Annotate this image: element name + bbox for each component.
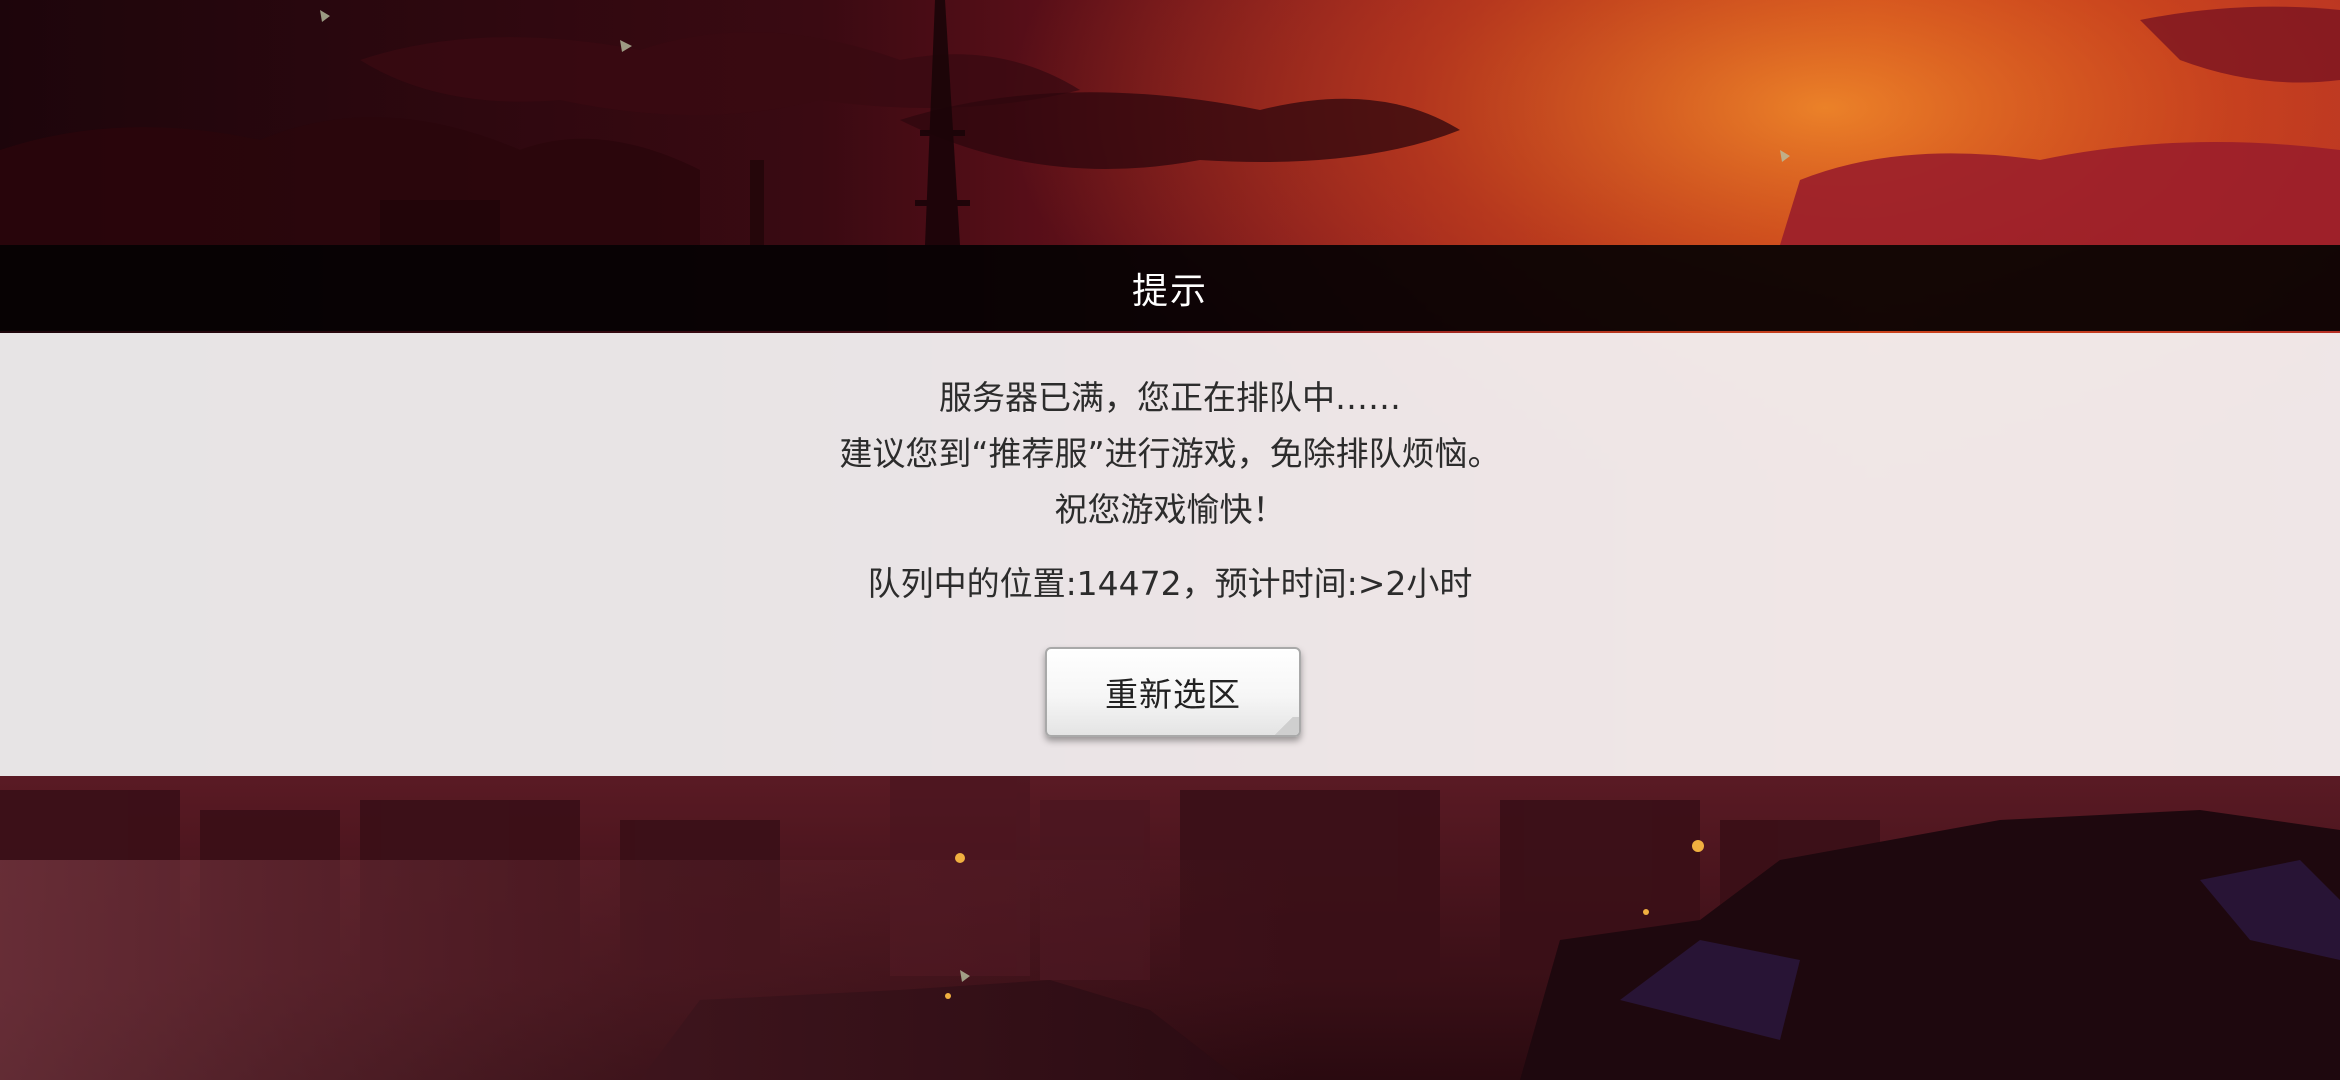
dialog-header: 提示: [0, 245, 2340, 331]
reselect-server-button-label: 重新选区: [1105, 675, 1241, 714]
reselect-server-button[interactable]: 重新选区: [1045, 647, 1301, 737]
server-full-message: 服务器已满，您正在排队中……: [939, 378, 1401, 417]
queue-status: 队列中的位置:14472，预计时间:>2小时: [867, 564, 1473, 603]
wish-message: 祝您游戏愉快！: [1054, 490, 1286, 529]
recommend-server-message: 建议您到“推荐服”进行游戏，免除排队烦恼。: [839, 434, 1501, 473]
dialog-title: 提示: [1131, 271, 1208, 312]
